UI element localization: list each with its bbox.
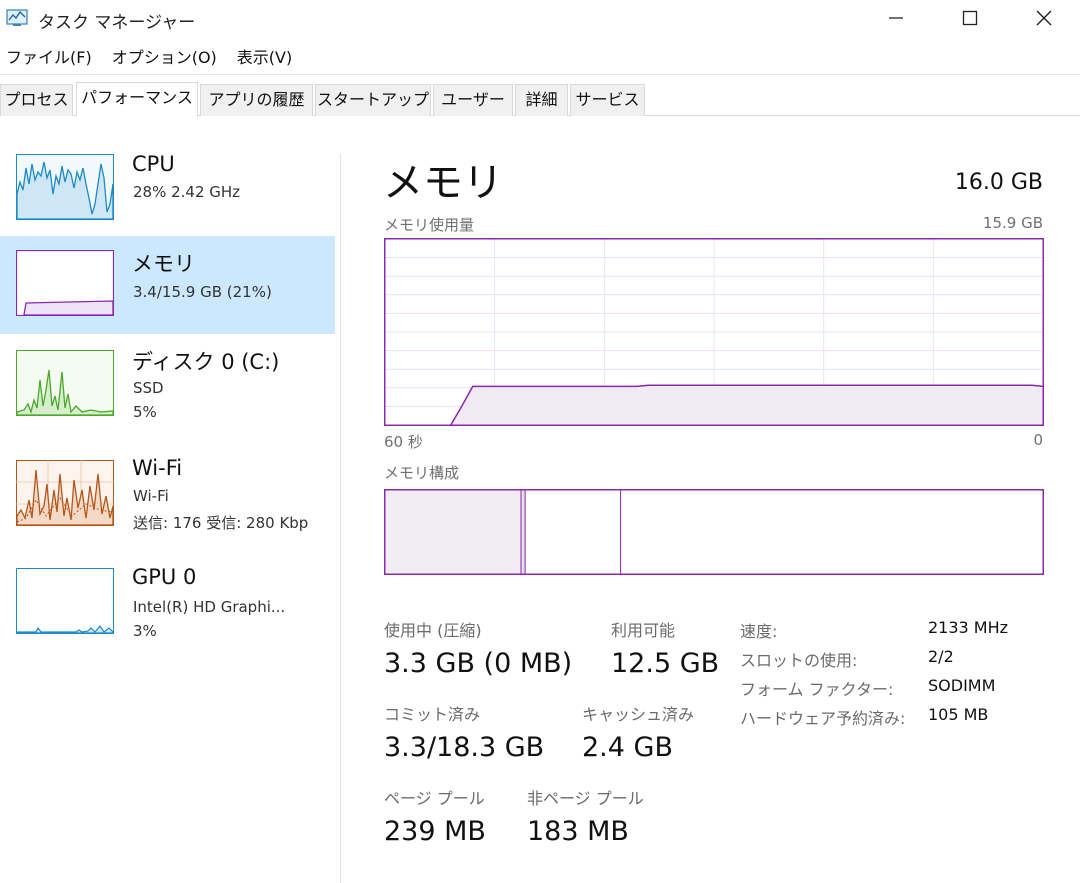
sidebar-cpu-name: CPU bbox=[132, 152, 175, 176]
title-bar: タスク マネージャー bbox=[0, 0, 1080, 38]
sidebar-disk-type: SSD bbox=[133, 379, 164, 397]
cached-value: 2.4 GB bbox=[582, 732, 673, 763]
sidebar-cpu-usage: 28% 2.42 GHz bbox=[133, 183, 241, 201]
paged-pool-label: ページ プール bbox=[384, 789, 485, 808]
sidebar-wifi-throughput: 送信: 176 受信: 280 Kbp bbox=[133, 514, 309, 532]
tab-startup[interactable]: スタートアップ bbox=[315, 84, 431, 116]
nonpaged-pool-label: 非ページ プール bbox=[527, 789, 644, 808]
sidebar-wifi-name: Wi-Fi bbox=[132, 456, 183, 480]
task-manager-icon bbox=[6, 9, 28, 26]
disk-thumbnail-graph bbox=[16, 350, 114, 416]
sidebar-memory-usage: 3.4/15.9 GB (21%) bbox=[133, 283, 272, 301]
usage-area bbox=[450, 385, 1043, 425]
slots-used-value: 2/2 bbox=[928, 647, 954, 666]
page-title: メモリ bbox=[383, 160, 503, 206]
speed-value: 2133 MHz bbox=[928, 618, 1009, 637]
memory-composition-bar bbox=[384, 489, 1044, 575]
in-use-value: 3.3 GB (0 MB) bbox=[384, 648, 573, 679]
hardware-reserved-value: 105 MB bbox=[928, 705, 989, 724]
menu-separator bbox=[0, 74, 1080, 75]
sidebar-gpu-model: Intel(R) HD Graphi... bbox=[133, 598, 286, 616]
maximize-button[interactable] bbox=[934, 0, 1006, 36]
composition-label: メモリ構成 bbox=[384, 464, 460, 482]
sidebar-item-disk[interactable]: ディスク 0 (C:) SSD 5% bbox=[0, 336, 335, 434]
sidebar-item-cpu[interactable]: CPU 28% 2.42 GHz bbox=[0, 140, 335, 238]
tab-details[interactable]: 詳細 bbox=[515, 84, 568, 116]
cpu-thumbnail-graph bbox=[16, 154, 114, 220]
menu-bar: ファイル(F) オプション(O) 表示(V) bbox=[0, 44, 298, 72]
usage-axis-right: 0 bbox=[1033, 431, 1043, 449]
speed-label: 速度: bbox=[740, 622, 778, 641]
tab-performance[interactable]: パフォーマンス bbox=[76, 82, 198, 117]
total-memory: 16.0 GB bbox=[954, 170, 1043, 195]
tab-bar: プロセス パフォーマンス アプリの履歴 スタートアップ ユーザー 詳細 サービス bbox=[0, 82, 1080, 117]
tab-users[interactable]: ユーザー bbox=[433, 84, 513, 116]
composition-segment bbox=[525, 489, 621, 575]
maximize-icon bbox=[962, 10, 978, 26]
menu-options[interactable]: オプション(O) bbox=[106, 44, 223, 72]
menu-file[interactable]: ファイル(F) bbox=[0, 44, 98, 72]
gpu-thumbnail-graph bbox=[16, 568, 114, 634]
available-value: 12.5 GB bbox=[611, 648, 720, 679]
composition-segment bbox=[620, 489, 1044, 575]
available-label: 利用可能 bbox=[611, 621, 676, 640]
sidebar-item-gpu[interactable]: GPU 0 Intel(R) HD Graphi... 3% bbox=[0, 554, 335, 652]
form-factor-label: フォーム ファクター: bbox=[740, 680, 894, 699]
memory-thumbnail-graph bbox=[16, 250, 114, 316]
nonpaged-pool-value: 183 MB bbox=[527, 816, 629, 847]
tab-services[interactable]: サービス bbox=[570, 84, 645, 116]
window-title: タスク マネージャー bbox=[38, 13, 196, 33]
slots-used-label: スロットの使用: bbox=[740, 651, 858, 670]
sidebar-wifi-adapter: Wi-Fi bbox=[133, 487, 169, 505]
usage-chart-label: メモリ使用量 bbox=[384, 216, 475, 234]
form-factor-value: SODIMM bbox=[928, 676, 996, 695]
minimize-icon bbox=[889, 17, 903, 19]
composition-segment bbox=[384, 489, 521, 575]
sidebar-gpu-usage: 3% bbox=[133, 622, 157, 640]
cached-label: キャッシュ済み bbox=[582, 705, 695, 724]
wifi-thumbnail-graph bbox=[16, 460, 114, 526]
in-use-label: 使用中 (圧縮) bbox=[384, 621, 482, 640]
tab-processes[interactable]: プロセス bbox=[0, 84, 73, 116]
paged-pool-value: 239 MB bbox=[384, 816, 486, 847]
close-button[interactable] bbox=[1008, 0, 1080, 36]
sidebar-item-memory[interactable]: メモリ 3.4/15.9 GB (21%) bbox=[0, 236, 335, 334]
usage-axis-left: 60 秒 bbox=[384, 433, 423, 451]
committed-label: コミット済み bbox=[384, 705, 481, 724]
sidebar-gpu-name: GPU 0 bbox=[132, 565, 197, 589]
composition-segment bbox=[520, 489, 526, 575]
sidebar-divider bbox=[340, 154, 341, 883]
committed-value: 3.3/18.3 GB bbox=[384, 732, 545, 763]
close-icon bbox=[1036, 10, 1052, 26]
usage-chart-max: 15.9 GB bbox=[982, 214, 1043, 232]
tab-app-history[interactable]: アプリの履歴 bbox=[200, 84, 313, 116]
memory-usage-chart bbox=[384, 238, 1044, 426]
hardware-reserved-label: ハードウェア予約済み: bbox=[740, 709, 906, 728]
sidebar-disk-usage: 5% bbox=[133, 403, 157, 421]
sidebar-disk-name: ディスク 0 (C:) bbox=[132, 350, 280, 374]
minimize-button[interactable] bbox=[860, 0, 932, 36]
sidebar-item-wifi[interactable]: Wi-Fi Wi-Fi 送信: 176 受信: 280 Kbp bbox=[0, 446, 335, 544]
menu-view[interactable]: 表示(V) bbox=[231, 44, 298, 72]
sidebar-memory-name: メモリ bbox=[132, 252, 195, 276]
